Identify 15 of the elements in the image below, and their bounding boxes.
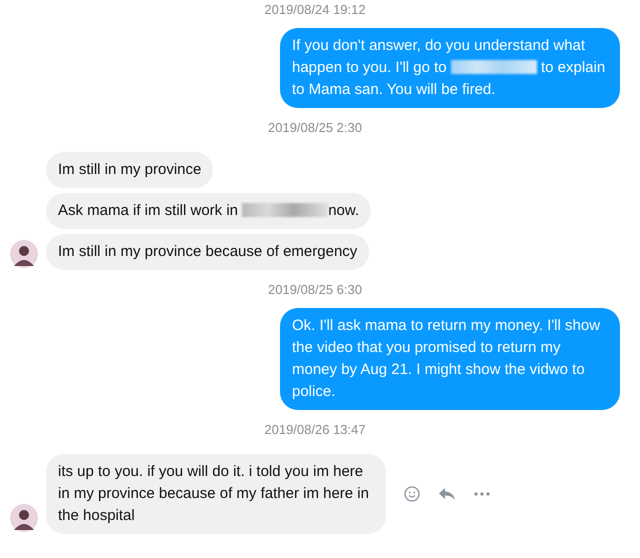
reply-icon[interactable] <box>438 487 456 501</box>
emoji-icon[interactable] <box>404 486 420 502</box>
timestamp: 2019/08/25 6:30 <box>268 282 362 298</box>
more-icon[interactable] <box>474 492 490 496</box>
timestamp: 2019/08/25 2:30 <box>268 120 362 136</box>
received-message: its up to you. if you will do it. i told you im here in my province because of my father im here in the hospital <box>46 454 386 534</box>
sent-message: Ok. I'll ask mama to return my money. I'll show the video that you promised to return my money by Aug 21. I might show the vidwo to police. <box>280 308 620 410</box>
sent-message: If you don't answer, do you understand what happen to you. I'll go to to explain to Mama san. You will be fired. <box>280 28 620 108</box>
received-message: Im still in my province because of emergency <box>46 234 370 270</box>
timestamp: 2019/08/26 13:47 <box>264 422 366 438</box>
timestamp: 2019/08/24 19:12 <box>264 2 366 18</box>
avatar <box>10 240 38 268</box>
received-message: Im still in my province <box>46 152 214 188</box>
avatar <box>10 504 38 532</box>
received-message: Ask mama if im still work in now. <box>46 193 372 229</box>
